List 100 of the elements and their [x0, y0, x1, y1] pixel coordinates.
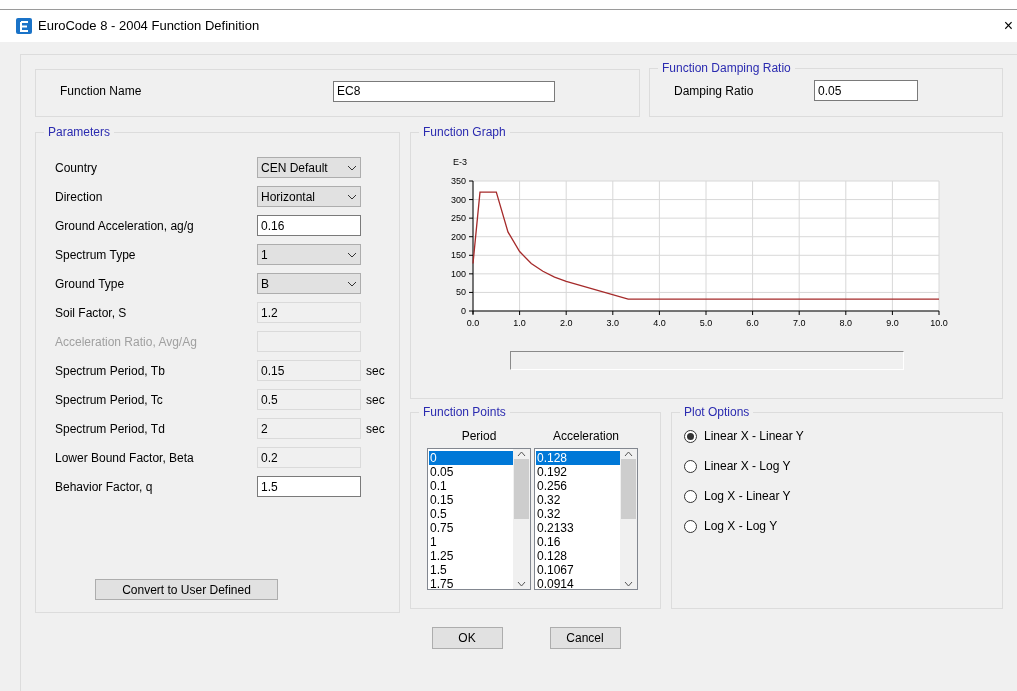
column-header: Acceleration	[552, 428, 619, 445]
list-item[interactable]: 0.75	[429, 521, 513, 535]
x-tick-label: 9.0	[886, 318, 899, 328]
parameter-label: Country	[55, 159, 99, 177]
group-title: Function Points	[422, 404, 507, 421]
input-field[interactable]: 0.16	[257, 215, 361, 236]
y-tick-label: 200	[450, 231, 466, 242]
radio-button[interactable]	[684, 429, 697, 443]
radio-button[interactable]	[684, 519, 697, 533]
y-tick-label: 100	[450, 268, 466, 279]
y-tick-label: 150	[450, 250, 466, 261]
parameter-label: Spectrum Period, Tc	[55, 391, 164, 409]
group-title: Plot Options	[683, 404, 751, 421]
app-logo-icon	[16, 18, 32, 34]
list-item[interactable]: 0.0914	[536, 577, 620, 591]
list-item[interactable]: 0.256	[536, 479, 620, 493]
input-field: 0.2	[257, 447, 361, 468]
unit-label: sec	[366, 420, 385, 438]
list-item[interactable]: 0.1067	[536, 563, 620, 577]
field-label: Function Name	[59, 83, 143, 100]
x-tick-label: 10.0	[930, 318, 948, 328]
list-box[interactable]: 0.128 0.192 0.256 0.32 0.32 0.2133 0.16 0.128 0.1067 0.0914	[534, 448, 638, 590]
scroll-down-icon[interactable]	[517, 581, 526, 587]
list-item[interactable]: 0.128	[536, 549, 620, 563]
parameter-label: Spectrum Period, Td	[55, 420, 166, 438]
radio-option[interactable]: Log X - Linear Y	[684, 487, 990, 505]
list-item[interactable]: 0.192	[536, 465, 620, 479]
x-tick-label: 3.0	[606, 318, 620, 328]
scroll-up-icon[interactable]	[624, 451, 633, 457]
scroll-up-icon[interactable]	[517, 451, 526, 457]
list-item[interactable]: 0.32	[536, 493, 620, 507]
list-item[interactable]: 1.75	[429, 577, 513, 591]
parameter-label: Lower Bound Factor, Beta	[55, 449, 195, 467]
list-item[interactable]: 0.5	[429, 507, 513, 521]
list-item[interactable]: 0.128	[536, 451, 620, 465]
list-item[interactable]: 1.25	[429, 549, 513, 563]
group-title: Function Graph	[422, 124, 507, 141]
dropdown[interactable]: 1	[257, 244, 361, 265]
x-tick-label: 1.0	[513, 318, 526, 328]
parameter-label: Spectrum Period, Tb	[55, 362, 166, 380]
dropdown[interactable]: B	[257, 273, 361, 294]
chevron-down-icon	[347, 193, 357, 200]
x-tick-label: 0.0	[466, 318, 480, 328]
dropdown[interactable]: CEN Default	[257, 157, 361, 178]
scrollbar[interactable]	[620, 449, 637, 589]
list-item[interactable]: 0.16	[536, 535, 620, 549]
close-button[interactable]: ×	[1003, 14, 1013, 38]
group-title: Function Damping Ratio	[661, 60, 792, 77]
parameter-label: Soil Factor, S	[55, 304, 128, 322]
parameter-label: Ground Type	[55, 275, 126, 293]
list-item[interactable]: 1.5	[429, 563, 513, 577]
list-item[interactable]: 0	[429, 451, 513, 465]
list-item[interactable]: 1	[429, 535, 513, 549]
scrollbar[interactable]	[513, 449, 530, 589]
input-field: 0.15	[257, 360, 361, 381]
list-item[interactable]: 0.2133	[536, 521, 620, 535]
list-item[interactable]: 0.32	[536, 507, 620, 521]
input-field: 2	[257, 418, 361, 439]
parameter-label: Ground Acceleration, ag/g	[55, 217, 195, 235]
y-tick-label: 350	[450, 176, 466, 186]
x-tick-label: 7.0	[792, 318, 806, 328]
y-tick-label: 0	[461, 306, 466, 316]
x-tick-label: 5.0	[699, 318, 713, 328]
y-tick-label: 50	[456, 287, 466, 298]
scroll-down-icon[interactable]	[624, 581, 633, 587]
chevron-down-icon	[347, 280, 357, 287]
dialog-button[interactable]: OK	[431, 627, 503, 649]
dialog-button[interactable]: Cancel	[549, 627, 621, 649]
radio-option[interactable]: Linear X - Log Y	[684, 457, 990, 475]
radio-button[interactable]	[684, 489, 697, 503]
column-header: Period	[461, 428, 497, 445]
radio-option[interactable]: Log X - Log Y	[684, 517, 990, 535]
input-field[interactable]: EC8	[333, 80, 555, 102]
scroll-thumb[interactable]	[621, 459, 636, 519]
axis-unit-label: E-3	[453, 157, 467, 167]
dropdown[interactable]: Horizontal	[257, 186, 361, 207]
group-title: Parameters	[47, 124, 112, 141]
list-box[interactable]: 0 0.05 0.1 0.15 0.5 0.75 1 1.25 1.5 1.75	[427, 448, 531, 590]
list-item[interactable]: 0.15	[429, 493, 513, 507]
unit-label: sec	[366, 391, 385, 409]
x-tick-label: 4.0	[653, 318, 666, 328]
x-tick-label: 6.0	[746, 318, 759, 328]
parameter-label: Spectrum Type	[55, 246, 137, 264]
input-field[interactable]: 0.05	[814, 80, 918, 101]
unit-label: sec	[366, 362, 385, 380]
input-field: 0.5	[257, 389, 361, 410]
scroll-thumb[interactable]	[514, 459, 529, 519]
x-tick-label: 8.0	[839, 318, 853, 328]
chevron-down-icon	[347, 251, 357, 258]
input-field: 1.2	[257, 302, 361, 323]
y-tick-label: 250	[450, 213, 466, 224]
chevron-down-icon	[347, 164, 357, 171]
list-item[interactable]: 0.1	[429, 479, 513, 493]
radio-option[interactable]: Linear X - Linear Y	[684, 427, 990, 445]
input-field[interactable]: 1.5	[257, 476, 361, 497]
window-title: EuroCode 8 - 2004 Function Definition	[38, 17, 260, 36]
list-item[interactable]: 0.05	[429, 465, 513, 479]
radio-button[interactable]	[684, 459, 697, 473]
parameter-label: Behavior Factor, q	[55, 478, 154, 496]
convert-button[interactable]: Convert to User Defined	[95, 579, 278, 600]
